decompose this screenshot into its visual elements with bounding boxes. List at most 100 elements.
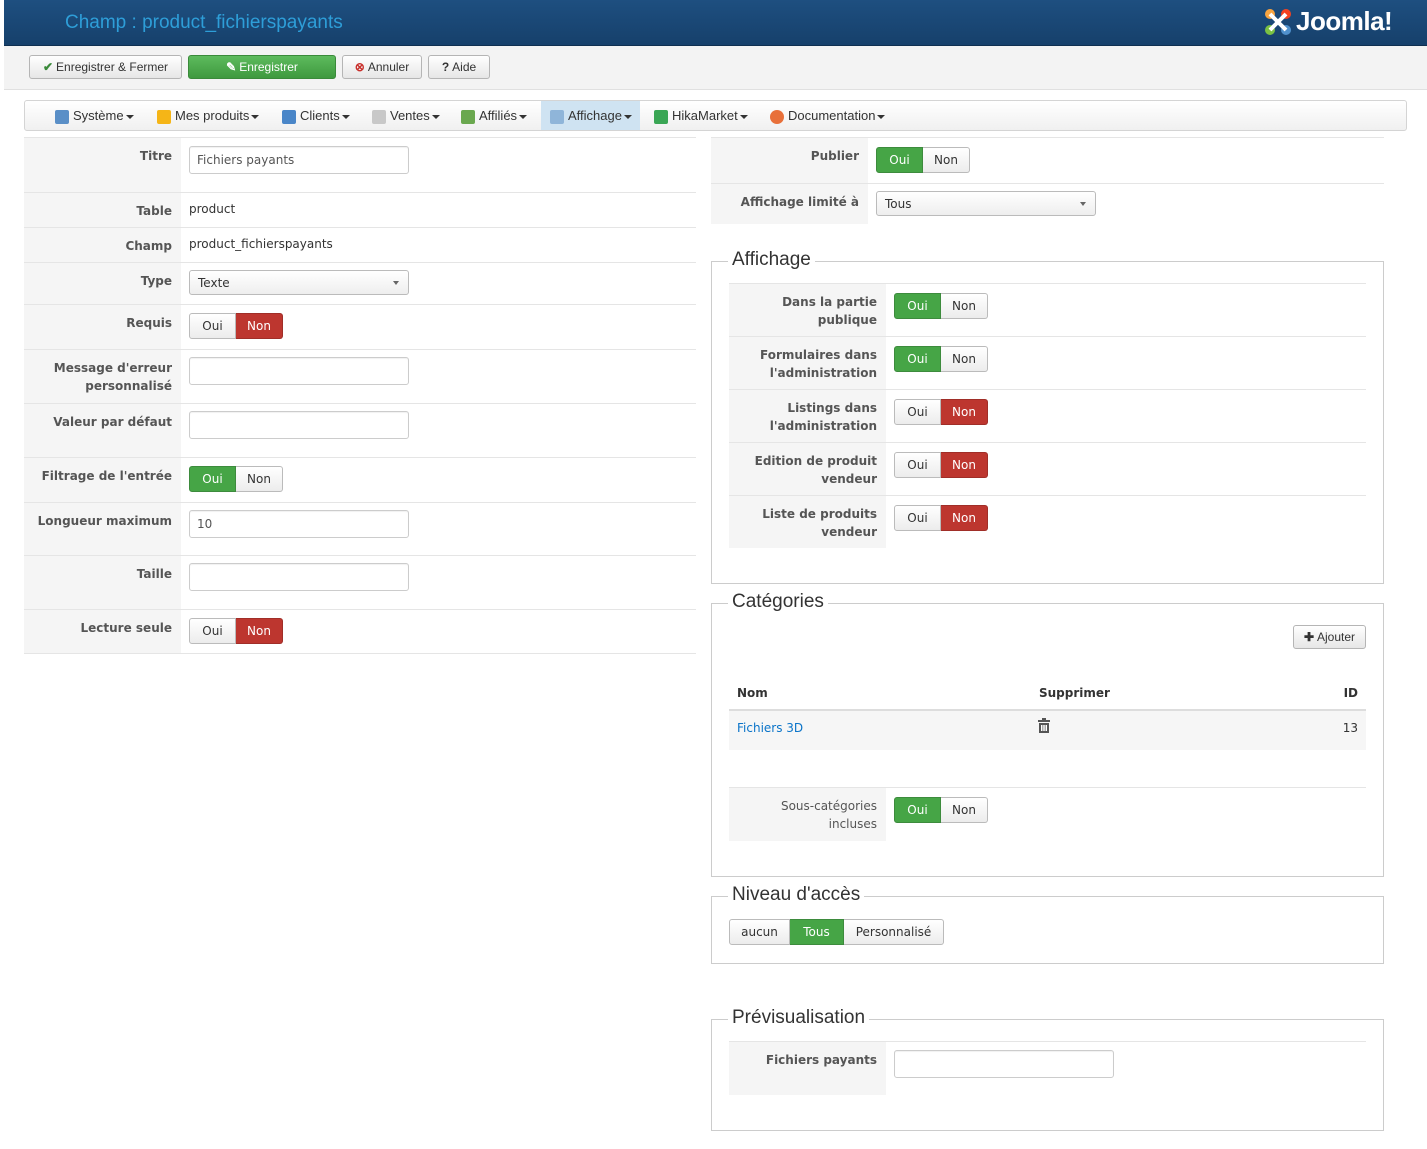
requis-oui-button[interactable]: Oui: [189, 313, 236, 339]
joomla-logo-text: Joomla!: [1296, 6, 1393, 36]
edition-vendeur-non-button[interactable]: Non: [941, 452, 988, 478]
field-label: Sous-catégories incluses: [729, 788, 886, 841]
lecture-seule-oui-button[interactable]: Oui: [189, 618, 236, 644]
formulaires-admin-oui-button[interactable]: Oui: [894, 346, 941, 372]
type-select-value: Texte: [198, 276, 230, 290]
liste-vendeur-non-button[interactable]: Non: [941, 505, 988, 531]
label-line: vendeur: [821, 472, 877, 486]
menu-label: Affichage: [568, 108, 622, 123]
users-icon: [282, 109, 296, 124]
menu-item-documentation[interactable]: Documentation: [770, 101, 886, 130]
label-line: l'administration: [769, 419, 877, 433]
formulaires-admin-toggle: Oui Non: [894, 346, 988, 372]
filtrage-non-button[interactable]: Non: [236, 466, 283, 492]
titre-input[interactable]: Fichiers payants: [189, 146, 409, 174]
tools-icon: [55, 109, 69, 124]
affichage-limite-select[interactable]: Tous: [876, 191, 1096, 216]
longueur-max-input[interactable]: 10: [189, 510, 409, 538]
menu-item-ventes[interactable]: Ventes: [372, 101, 440, 130]
menu-item-affichage[interactable]: Affichage: [541, 101, 640, 130]
hikamarket-icon: [654, 109, 668, 124]
field-label: Formulaires dans l'administration: [729, 337, 886, 389]
formulaires-admin-non-button[interactable]: Non: [941, 346, 988, 372]
save-close-button[interactable]: ✔ Enregistrer & Fermer: [29, 55, 182, 79]
message-erreur-input[interactable]: [189, 357, 409, 385]
menu-label: HikaMarket: [672, 108, 738, 123]
help-lifebuoy-icon: [770, 109, 784, 124]
save-close-label: Enregistrer & Fermer: [56, 60, 169, 74]
page-title: Champ : product_fichierspayants: [65, 12, 343, 33]
niveau-aucun-button[interactable]: aucun: [729, 919, 790, 945]
app-header: Champ : product_fichierspayants Joomla!: [4, 0, 1427, 46]
liste-vendeur-oui-button[interactable]: Oui: [894, 505, 941, 531]
hikashop-menu: Système Mes produits Clients Ventes Affi…: [24, 100, 1407, 131]
help-button[interactable]: ? Aide: [428, 55, 490, 79]
joomla-logo-icon: [1265, 9, 1291, 35]
label-line: Message d'erreur: [53, 361, 172, 375]
menu-item-mes-produits[interactable]: Mes produits: [157, 101, 260, 130]
publier-oui-button[interactable]: Oui: [876, 147, 923, 173]
label-line: Liste de produits: [762, 507, 877, 521]
public-oui-button[interactable]: Oui: [894, 293, 941, 319]
liste-vendeur-toggle: Oui Non: [894, 505, 988, 531]
field-label: Champ: [24, 228, 181, 262]
lecture-seule-non-button[interactable]: Non: [236, 618, 283, 644]
requis-non-button[interactable]: Non: [236, 313, 283, 339]
trash-icon[interactable]: [1037, 718, 1051, 737]
caret-down-icon: [341, 114, 350, 119]
publier-non-button[interactable]: Non: [923, 147, 970, 173]
niveau-acces-legend: Niveau d'accès: [728, 884, 865, 906]
add-category-button[interactable]: ✚ Ajouter: [1293, 625, 1366, 649]
field-label: Table: [24, 193, 181, 227]
niveau-tous-button[interactable]: Tous: [790, 919, 844, 945]
listings-admin-oui-button[interactable]: Oui: [894, 399, 941, 425]
table-row: Fichiers 3D 13: [729, 711, 1366, 750]
preview-input[interactable]: [894, 1050, 1114, 1078]
category-link[interactable]: Fichiers 3D: [737, 721, 803, 735]
caret-down-icon: [519, 114, 528, 119]
field-row-champ: Champ: [24, 227, 696, 262]
save-label: Enregistrer: [239, 60, 298, 74]
save-button[interactable]: ✎ Enregistrer: [188, 55, 336, 79]
help-label: Aide: [452, 60, 477, 74]
display-icon: [550, 109, 564, 124]
orders-icon: [372, 109, 386, 124]
type-select[interactable]: Texte: [189, 270, 409, 295]
edition-vendeur-oui-button[interactable]: Oui: [894, 452, 941, 478]
niveau-personnalise-button[interactable]: Personnalisé: [844, 919, 944, 945]
previsualisation-legend: Prévisualisation: [728, 1007, 870, 1029]
menu-item-hikamarket[interactable]: HikaMarket: [654, 101, 748, 130]
sous-categories-non-button[interactable]: Non: [941, 797, 988, 823]
label-line: Edition de produit: [754, 454, 877, 468]
listings-admin-non-button[interactable]: Non: [941, 399, 988, 425]
sous-categories-oui-button[interactable]: Oui: [894, 797, 941, 823]
listings-admin-toggle: Oui Non: [894, 399, 988, 425]
menu-item-clients[interactable]: Clients: [282, 101, 350, 130]
table-value: product: [189, 202, 236, 216]
taille-input[interactable]: [189, 563, 409, 591]
menu-label: Mes produits: [175, 108, 250, 123]
cancel-label: Annuler: [367, 60, 410, 74]
label-line: personnalisé: [85, 379, 172, 393]
public-toggle: Oui Non: [894, 293, 988, 319]
column-header-id: ID: [1343, 686, 1358, 700]
cancel-button[interactable]: ⊗ Annuler: [342, 55, 422, 79]
label-line: Formulaires dans: [760, 348, 877, 362]
add-category-label: Ajouter: [1317, 630, 1356, 644]
field-label: Affichage limité à: [711, 184, 868, 224]
field-label: Titre: [24, 138, 181, 192]
valeur-defaut-input[interactable]: [189, 411, 409, 439]
chevron-down-icon: [393, 281, 399, 285]
filtrage-oui-button[interactable]: Oui: [189, 466, 236, 492]
lecture-seule-toggle: Oui Non: [189, 618, 283, 644]
menu-label: Système: [73, 108, 124, 123]
field-label: Fichiers payants: [729, 1042, 886, 1095]
public-non-button[interactable]: Non: [941, 293, 988, 319]
menu-label: Affiliés: [479, 108, 518, 123]
field-row-publier: Publier: [711, 137, 1384, 183]
affichage-limite-value: Tous: [885, 197, 912, 211]
requis-toggle: Oui Non: [189, 313, 283, 339]
menu-item-systeme[interactable]: Système: [55, 101, 134, 130]
label-line: l'administration: [769, 366, 877, 380]
menu-item-affilies[interactable]: Affiliés: [461, 101, 528, 130]
